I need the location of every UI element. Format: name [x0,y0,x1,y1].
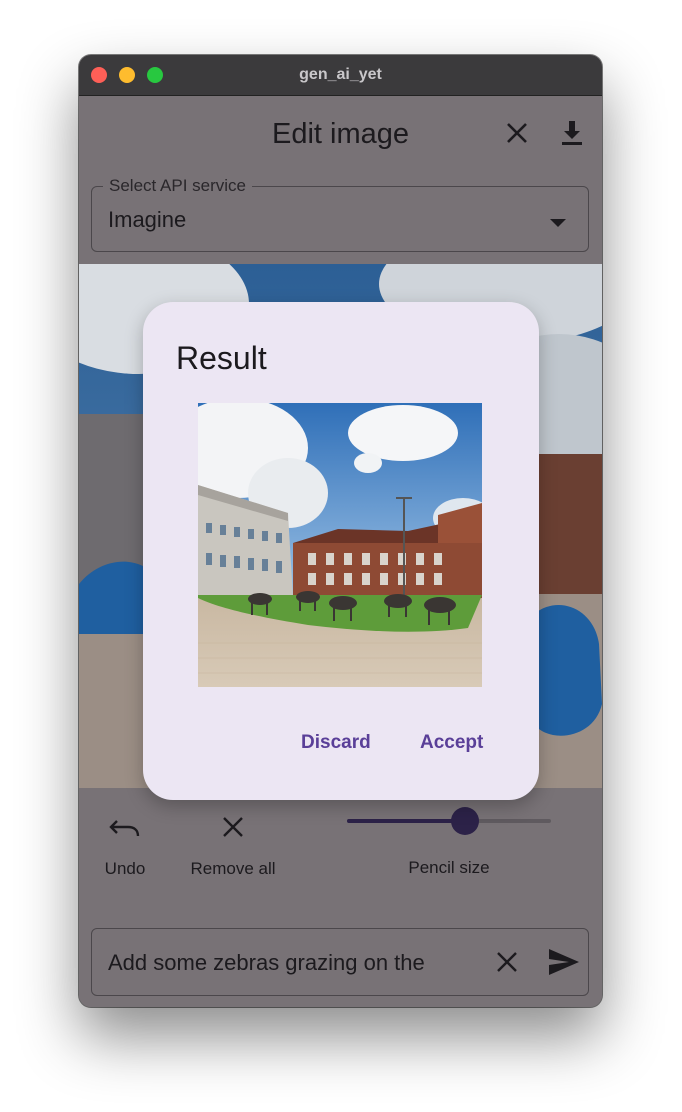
prompt-input[interactable]: Add some zebras grazing on the [91,928,589,996]
api-service-value: Imagine [108,207,187,232]
dialog-title: Result [176,340,267,376]
prompt-text[interactable]: Add some zebras grazing on the [108,950,478,976]
result-dialog: Result Discard Accept [143,302,539,800]
remove-all-label: Remove all [190,859,276,878]
discard-button[interactable]: Discard [301,732,371,754]
undo-icon [109,820,140,837]
result-image [198,403,482,687]
undo-button[interactable]: Undo [99,814,151,879]
slider-active-track [347,819,466,823]
pencil-size-label: Pencil size [408,858,490,877]
pencil-size-slider[interactable] [347,807,551,835]
clear-prompt-icon[interactable] [494,949,520,975]
api-service-label: Select API service [103,176,253,196]
accept-button[interactable]: Accept [420,732,483,754]
dropdown-arrow-icon [550,215,566,233]
window-title: gen_ai_yet [299,66,382,83]
title-bar: gen_ai_yet [79,55,602,96]
remove-all-button[interactable]: Remove all [187,814,279,879]
slider-thumb[interactable] [451,807,480,835]
send-icon[interactable] [547,947,581,977]
close-icon[interactable] [502,118,532,148]
api-service-select[interactable]: Select API service Imagine [91,176,589,252]
download-icon[interactable] [557,118,587,148]
remove-all-icon [223,817,243,837]
undo-label: Undo [104,859,146,878]
